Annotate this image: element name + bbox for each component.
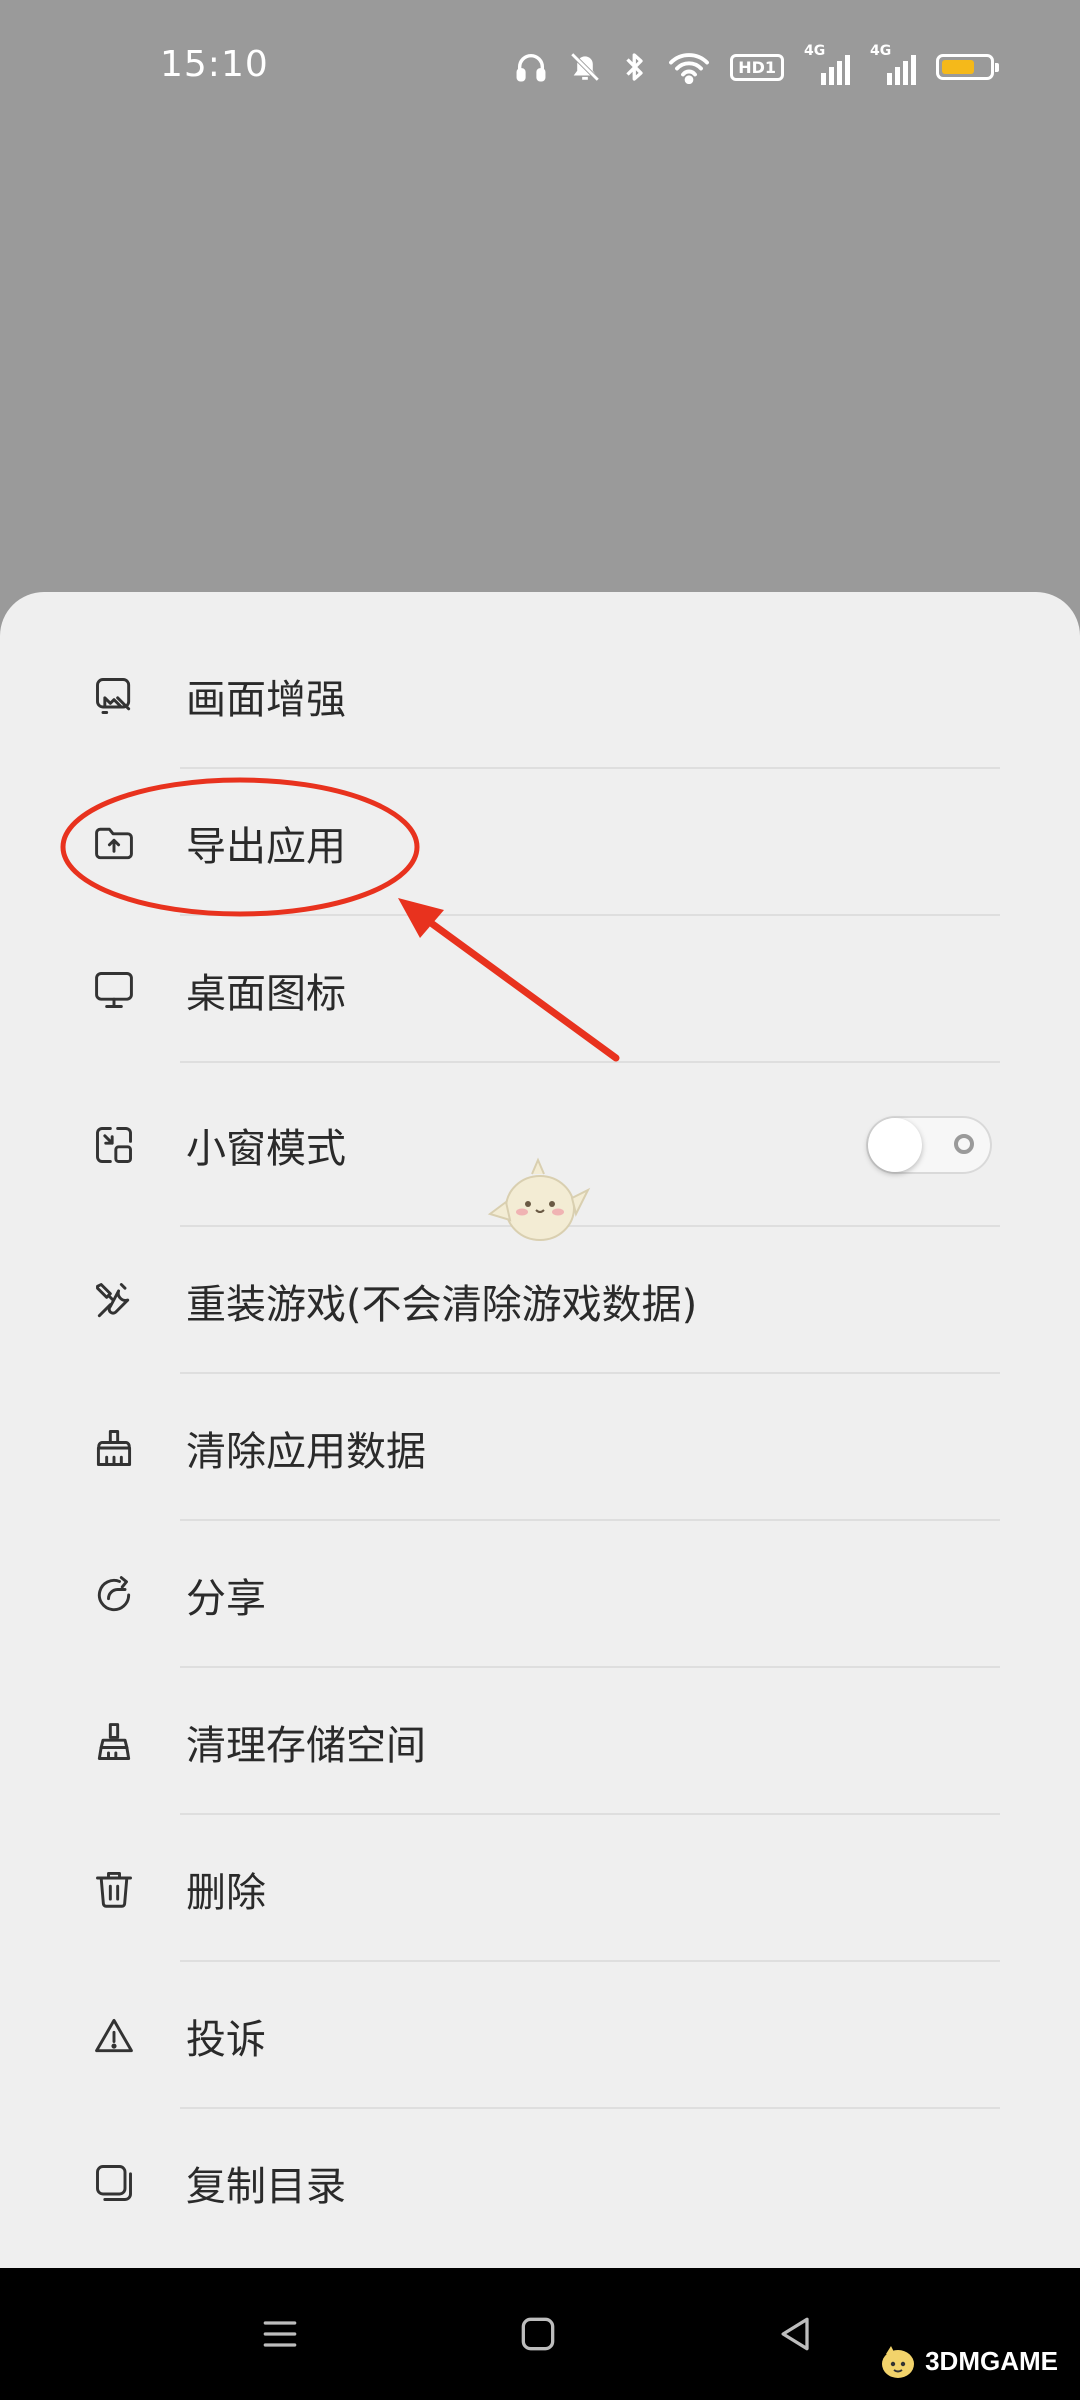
back-icon[interactable]	[774, 2312, 818, 2356]
signal-4g-icon: 4G	[870, 43, 916, 87]
menu-item-share[interactable]: 分享	[0, 1521, 1080, 1668]
mascot-watermark-icon	[487, 1157, 591, 1241]
menu-item-clean-storage[interactable]: 清理存储空间	[0, 1668, 1080, 1815]
menu-item-image-enhance[interactable]: 画面增强	[0, 622, 1080, 769]
menu-item-label: 小窗模式	[186, 1126, 346, 1172]
signal-4g-icon: 4G	[804, 43, 850, 87]
home-icon[interactable]	[516, 2312, 560, 2356]
menu-item-delete[interactable]: 删除	[0, 1815, 1080, 1962]
menu-item-label: 删除	[186, 1869, 266, 1916]
menu-item-copy-directory[interactable]: 复制目录	[0, 2109, 1080, 2256]
image-enhance-icon	[92, 674, 136, 718]
menu-item-label: 投诉	[186, 2016, 266, 2063]
wifi-icon	[668, 50, 710, 84]
brush-icon	[92, 1720, 136, 1764]
status-icons: HD1 4G 4G	[514, 43, 999, 90]
headphones-icon	[514, 50, 548, 84]
menu-item-label: 复制目录	[186, 2163, 346, 2210]
bluetooth-icon	[622, 49, 648, 85]
warning-icon	[92, 2014, 136, 2058]
menu-item-clear-app-data[interactable]: 清除应用数据	[0, 1374, 1080, 1521]
copy-icon	[92, 2161, 136, 2205]
menu-item-label: 画面增强	[186, 676, 346, 723]
share-icon	[92, 1573, 136, 1617]
toggle-off-indicator	[954, 1134, 974, 1154]
small-window-icon	[92, 1123, 136, 1167]
toggle-knob	[868, 1118, 922, 1172]
menu-item-label: 重装游戏(不会清除游戏数据)	[186, 1281, 698, 1328]
menu-item-label: 清除应用数据	[186, 1428, 426, 1475]
highlight-ellipse	[60, 777, 420, 917]
navigation-bar: 3DMGAME	[0, 2268, 1080, 2400]
pointer-arrow	[398, 898, 620, 1062]
battery-icon	[936, 54, 999, 80]
broom-icon	[92, 1426, 136, 1470]
status-time: 15:10	[160, 44, 269, 85]
watermark: 3DMGAME	[877, 2340, 1058, 2382]
trash-icon	[92, 1867, 136, 1911]
status-bar: 15:10 HD1 4G 4G	[0, 0, 1080, 140]
menu-item-label: 分享	[186, 1575, 266, 1622]
menu-icon[interactable]	[258, 2312, 302, 2356]
watermark-text: 3DMGAME	[925, 2345, 1058, 2376]
tools-icon	[92, 1279, 136, 1323]
monitor-icon	[92, 968, 136, 1012]
small-window-toggle[interactable]	[866, 1116, 992, 1174]
battery-level	[942, 60, 975, 74]
menu-item-label: 桌面图标	[186, 970, 346, 1017]
menu-item-label: 清理存储空间	[186, 1722, 426, 1769]
site-logo-icon	[882, 2346, 915, 2378]
menu-item-report[interactable]: 投诉	[0, 1962, 1080, 2109]
hd-icon: HD1	[730, 53, 784, 81]
bell-off-icon	[568, 50, 602, 84]
